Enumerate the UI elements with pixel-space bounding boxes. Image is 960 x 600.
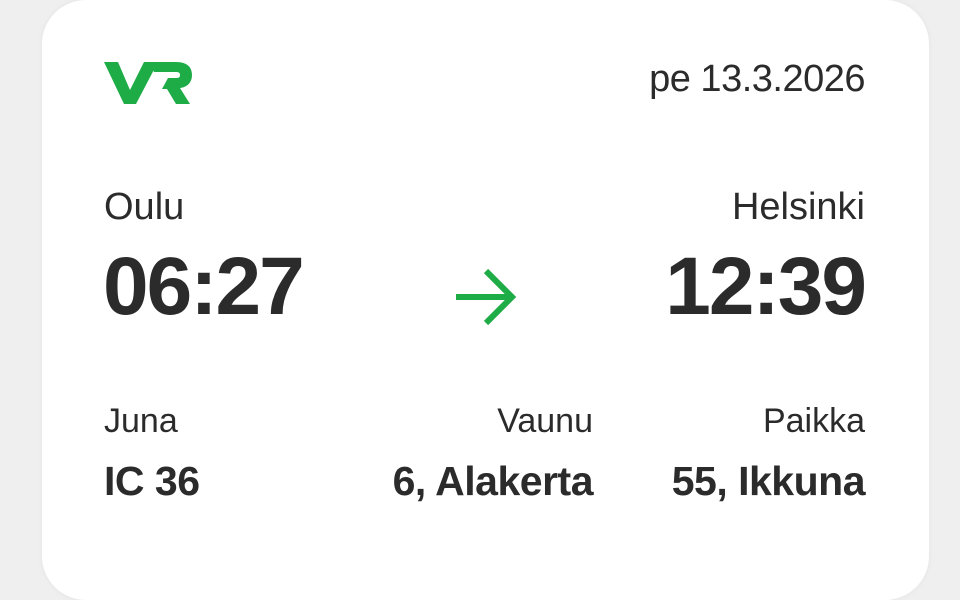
departure-time: 06:27 (103, 241, 305, 332)
departure-station: Oulu (104, 186, 185, 228)
seat-value: 55, Ikkuna (671, 458, 866, 504)
car-label: Vaunu (497, 402, 593, 440)
seat-label: Paikka (762, 402, 865, 440)
vr-logo (104, 62, 192, 104)
train-label: Juna (104, 402, 178, 440)
arrival-time: 12:39 (665, 241, 867, 332)
travel-date: pe 13.3.2026 (649, 58, 865, 100)
train-value: IC 36 (104, 458, 200, 504)
arrow-right-icon (456, 268, 517, 326)
arrival-station: Helsinki (731, 186, 865, 228)
car-value: 6, Alakerta (392, 458, 594, 504)
